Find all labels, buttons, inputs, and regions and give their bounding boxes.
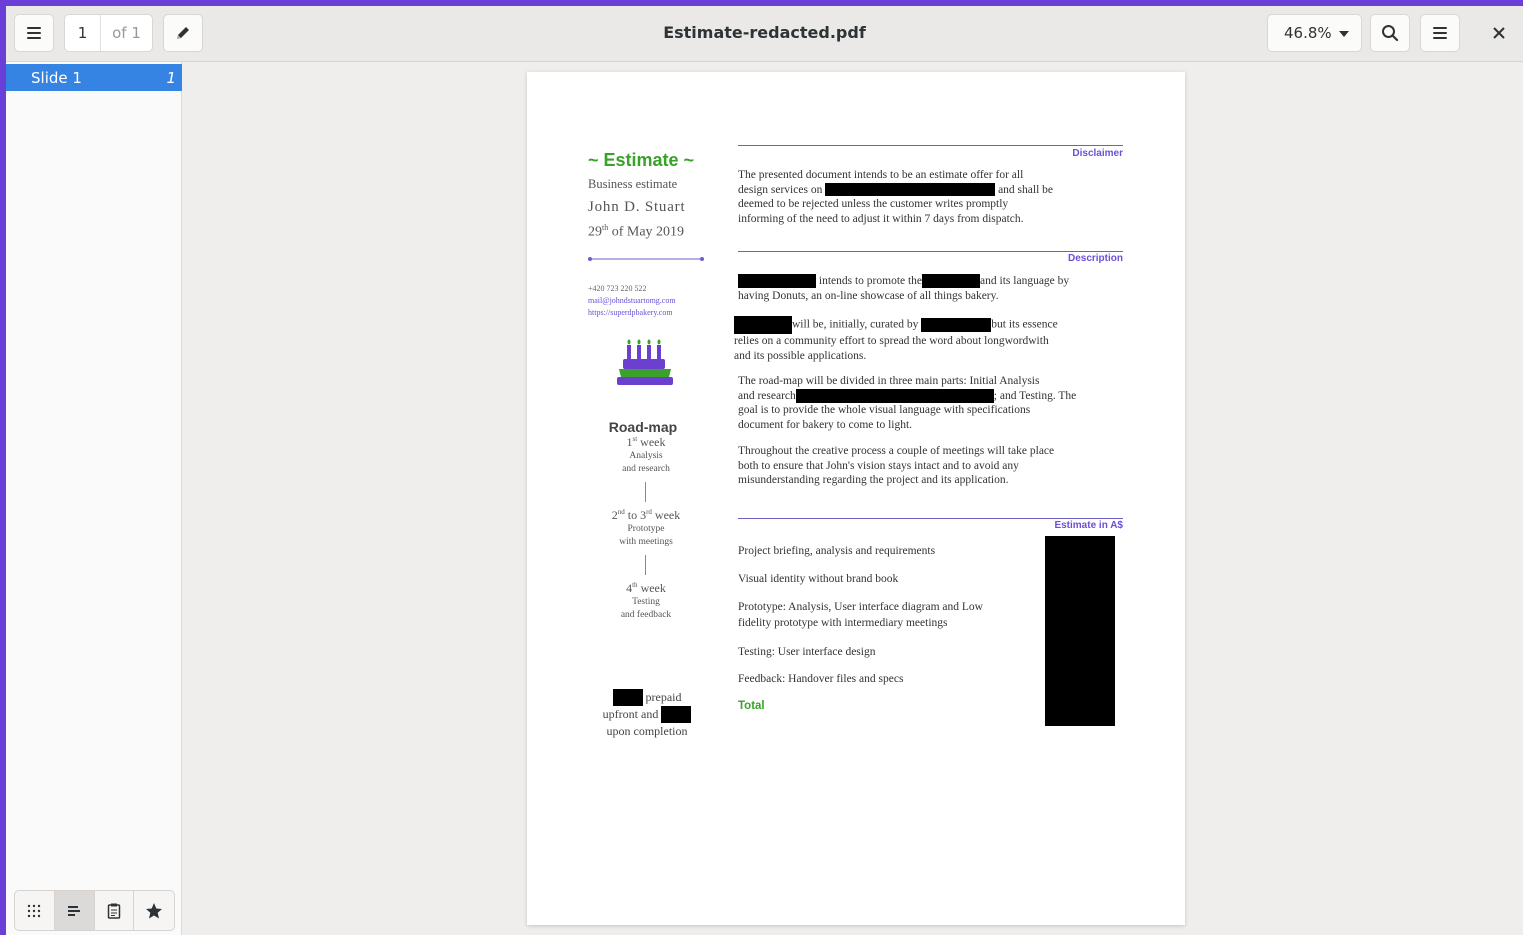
email-link[interactable]: mail@johndstuartomg.com bbox=[588, 295, 708, 307]
page-number-input[interactable]: 1 bbox=[65, 15, 101, 51]
website-link[interactable]: https://superdpbakery.com bbox=[588, 307, 708, 319]
page-selector[interactable]: 1 of 1 bbox=[64, 14, 153, 52]
description-paragraph-3: The road-map will be divided in three ma… bbox=[738, 375, 1077, 431]
redaction-box bbox=[795, 388, 994, 403]
description-paragraph-2: will be, initially, curated by but its e… bbox=[734, 316, 1126, 363]
roadmap-step-1: 1st week Analysis and research bbox=[622, 434, 670, 474]
pencil-icon bbox=[177, 27, 189, 39]
redaction-box bbox=[661, 706, 692, 723]
annotate-button[interactable] bbox=[163, 14, 203, 52]
roadmap-connector bbox=[645, 481, 646, 502]
outline-view-button[interactable] bbox=[54, 891, 95, 930]
phone-number: +420 723 220 522 bbox=[588, 283, 647, 293]
redaction-box bbox=[921, 318, 992, 332]
divider-dots bbox=[588, 256, 704, 261]
roadmap-step-3: 4th week Testing and feedback bbox=[620, 580, 672, 620]
roadmap-heading: Road-map bbox=[608, 418, 678, 435]
header-bar: 1 of 1 Estimate-redacted.pdf 46.8% bbox=[6, 6, 1523, 62]
outline-icon bbox=[68, 905, 81, 916]
redaction-box bbox=[922, 274, 981, 289]
pdf-page-1: ~ Estimate ~ Business estimate John D. S… bbox=[527, 72, 1185, 925]
description-label: Description bbox=[1067, 253, 1123, 264]
document-subtitle: Business estimate bbox=[588, 177, 678, 191]
estimate-item: Feedback: Handover files and specs bbox=[738, 673, 904, 685]
grid-icon bbox=[28, 904, 41, 917]
bookmarks-view-button[interactable] bbox=[134, 891, 174, 930]
estimate-item: fidelity prototype with intermediary mee… bbox=[738, 617, 948, 629]
annotations-icon bbox=[107, 903, 121, 919]
close-icon bbox=[1493, 27, 1505, 39]
main-menu-button[interactable] bbox=[1420, 14, 1460, 52]
menu-icon bbox=[1433, 27, 1447, 39]
zoom-level: 46.8% bbox=[1284, 24, 1332, 42]
thumbnails-view-button[interactable] bbox=[15, 891, 55, 930]
client-name: John D. Stuart bbox=[588, 199, 686, 215]
estimate-rule bbox=[738, 518, 1123, 519]
estimate-item: Visual identity without brand book bbox=[738, 573, 899, 585]
estimate-total-label: Total bbox=[738, 700, 765, 712]
description-paragraph-4: Throughout the creative process a couple… bbox=[738, 445, 1055, 486]
document-viewer-window: 1 of 1 Estimate-redacted.pdf 46.8% Slide… bbox=[6, 6, 1523, 935]
sidebar-item-slide-1[interactable]: Slide 1 1 bbox=[6, 64, 182, 91]
sidebar-item-label: Slide 1 bbox=[31, 68, 82, 87]
roadmap-connector bbox=[645, 554, 646, 575]
description-rule bbox=[738, 251, 1123, 252]
payment-terms: prepaid upfront and upon completion bbox=[589, 689, 705, 740]
search-button[interactable] bbox=[1370, 14, 1410, 52]
redaction-box bbox=[1045, 536, 1115, 726]
sidebar-toggle-button[interactable] bbox=[14, 14, 54, 52]
disclaimer-text: The presented document intends to be an … bbox=[738, 169, 1054, 225]
estimate-item: Testing: User interface design bbox=[738, 646, 876, 658]
redaction-box bbox=[825, 183, 996, 197]
disclaimer-rule bbox=[738, 145, 1123, 146]
sidebar-view-switcher bbox=[14, 890, 175, 931]
disclaimer-label: Disclaimer bbox=[1072, 148, 1123, 159]
left-column: ~ Estimate ~ Business estimate John D. S… bbox=[588, 150, 708, 622]
sidebar-menu-icon bbox=[27, 27, 41, 39]
zoom-selector[interactable]: 46.8% bbox=[1267, 14, 1362, 52]
redaction-box bbox=[734, 316, 792, 334]
redaction-box bbox=[738, 274, 816, 289]
thumbnail-sidebar: Slide 1 1 bbox=[6, 62, 182, 935]
close-button[interactable] bbox=[1481, 14, 1517, 52]
estimate-title: ~ Estimate ~ bbox=[588, 150, 695, 170]
annotations-view-button[interactable] bbox=[95, 891, 135, 930]
sidebar-item-page-number: 1 bbox=[166, 68, 176, 87]
search-icon bbox=[1382, 25, 1399, 42]
star-icon bbox=[146, 902, 163, 918]
document-date: 29th of May 2019 bbox=[588, 223, 685, 240]
page-total-label: of 1 bbox=[112, 24, 141, 42]
estimate-item: Project briefing, analysis and requireme… bbox=[738, 545, 936, 557]
description-paragraph-1: intends to promote the and its language b… bbox=[738, 274, 1070, 302]
redaction-box bbox=[612, 689, 643, 706]
contact-block: +420 723 220 522 mail@johndstuartomg.com… bbox=[588, 283, 708, 319]
cake-icon bbox=[617, 339, 673, 385]
estimate-label: Estimate in A$ bbox=[1054, 520, 1123, 531]
chevron-down-icon bbox=[1339, 31, 1349, 37]
estimate-item: Prototype: Analysis, User interface diag… bbox=[738, 601, 983, 613]
roadmap-step-2: 2nd to 3rd week Prototype with meetings bbox=[611, 507, 681, 547]
